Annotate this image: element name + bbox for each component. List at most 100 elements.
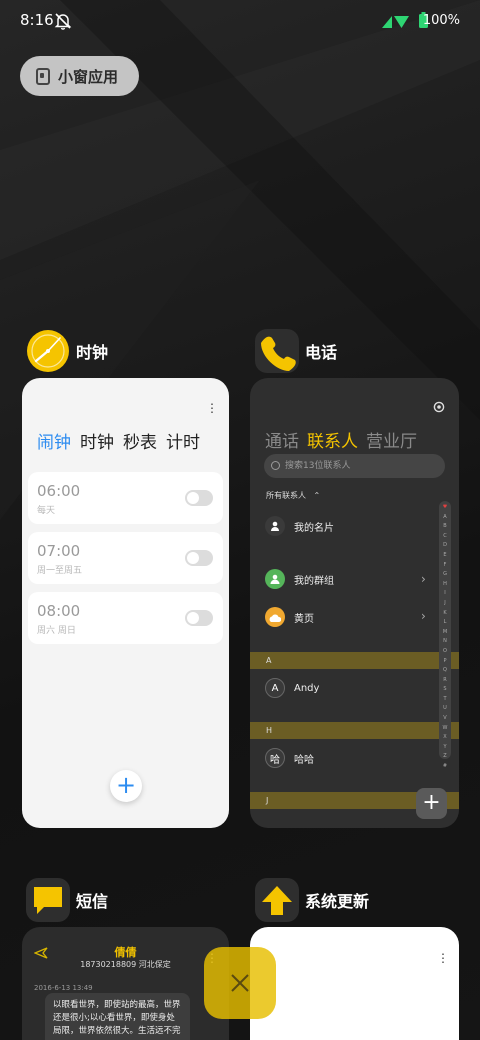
contact-filter-label: 所有联系人 xyxy=(266,491,306,500)
alphabet-letter[interactable]: J xyxy=(444,599,445,609)
settings-icon[interactable] xyxy=(433,401,445,413)
contact-name: Andy xyxy=(294,682,320,694)
phone-app-icon xyxy=(255,329,299,373)
alphabet-letter[interactable]: Z xyxy=(443,752,446,762)
section-header-h: H xyxy=(250,722,459,739)
alphabet-letter[interactable]: S xyxy=(443,685,446,695)
alphabet-letter[interactable]: H xyxy=(443,580,447,590)
contact-filter[interactable]: 所有联系人 ⌃ xyxy=(266,490,320,501)
alphabet-letter[interactable]: N xyxy=(443,637,447,647)
search-icon xyxy=(271,461,280,470)
tab-contacts[interactable]: 联系人 xyxy=(307,427,358,452)
alphabet-letter[interactable]: ♥ xyxy=(443,503,447,513)
phone-app-name: 电话 xyxy=(305,343,338,362)
sms-contact-info: 18730218809 河北保定 xyxy=(80,960,171,969)
alphabet-letter[interactable]: V xyxy=(443,714,446,724)
sms-app-icon xyxy=(26,878,70,922)
alphabet-letter[interactable]: C xyxy=(443,532,447,542)
alphabet-letter[interactable]: Y xyxy=(443,743,446,753)
close-all-button[interactable] xyxy=(204,947,276,1019)
alarm-toggle[interactable] xyxy=(185,490,213,506)
update-app-card[interactable] xyxy=(250,927,459,1040)
avatar: 哈 xyxy=(265,748,285,768)
clock-more-icon[interactable]: ⋮ xyxy=(206,402,218,414)
contact-search-input[interactable]: 搜索13位联系人 xyxy=(264,454,445,478)
alarm-repeat: 每天 xyxy=(37,506,56,516)
sms-message-bubble: 以眼看世界，即使站的最高，世界还是很小;以心看世界，即使身处局限，世界依然很大。… xyxy=(45,993,190,1040)
contact-row[interactable]: 哈 哈哈 xyxy=(265,748,314,768)
alphabet-letter[interactable]: # xyxy=(443,762,447,772)
contact-row[interactable]: A Andy xyxy=(265,678,319,698)
my-groups-row[interactable]: 我的群组 xyxy=(265,569,334,589)
chevron-right-icon: › xyxy=(421,609,426,623)
sms-contact-name: 倩倩 xyxy=(114,946,137,959)
alarm-toggle[interactable] xyxy=(185,610,213,626)
my-groups-label: 我的群组 xyxy=(294,575,334,587)
alarm-toggle[interactable] xyxy=(185,550,213,566)
alphabet-letter[interactable]: R xyxy=(443,676,446,686)
alarm-item[interactable]: 06:00 每天 xyxy=(28,472,223,524)
my-card-row[interactable]: 我的名片 xyxy=(265,516,334,536)
alphabet-letter[interactable]: B xyxy=(443,522,446,532)
alarm-item[interactable]: 07:00 周一至周五 xyxy=(28,532,223,584)
tab-clock[interactable]: 时钟 xyxy=(80,428,114,453)
alphabet-letter[interactable]: U xyxy=(443,704,447,714)
alphabet-letter[interactable]: A xyxy=(443,513,446,523)
alphabet-letter[interactable]: T xyxy=(443,695,446,705)
alarm-item[interactable]: 08:00 周六 周日 xyxy=(28,592,223,644)
alarm-repeat: 周六 周日 xyxy=(37,626,76,636)
alarm-time: 08:00 xyxy=(37,602,81,620)
tab-hall[interactable]: 营业厅 xyxy=(366,427,417,452)
status-time: 8:16 xyxy=(20,11,54,29)
clock-tabs: 闹钟 时钟 秒表 计时 xyxy=(37,428,200,453)
chevron-right-icon: › xyxy=(421,572,426,586)
alarm-time: 06:00 xyxy=(37,482,81,500)
my-card-label: 我的名片 xyxy=(294,522,334,534)
alphabet-letter[interactable]: Q xyxy=(443,666,447,676)
tab-alarm[interactable]: 闹钟 xyxy=(37,428,71,453)
sms-app-header[interactable]: 短信 xyxy=(26,878,108,922)
alphabet-letter[interactable]: I xyxy=(444,589,445,599)
sms-date: 2016-6-13 13:49 xyxy=(34,984,93,992)
small-window-apps-button[interactable]: 小窗应用 xyxy=(20,56,139,96)
clock-app-header[interactable]: 时钟 xyxy=(26,329,108,373)
battery-percent: 100% xyxy=(422,13,460,28)
alphabet-letter[interactable]: E xyxy=(443,551,446,561)
update-more-icon[interactable]: ⋮ xyxy=(437,952,449,964)
alphabet-letter[interactable]: F xyxy=(444,561,447,571)
update-app-header[interactable]: 系统更新 xyxy=(255,878,369,922)
avatar: A xyxy=(265,678,285,698)
tab-stopwatch[interactable]: 秒表 xyxy=(123,428,157,453)
small-window-label: 小窗应用 xyxy=(58,67,119,86)
yellow-pages-icon xyxy=(265,607,285,627)
alphabet-letter[interactable]: D xyxy=(443,541,447,551)
alarm-repeat: 周一至周五 xyxy=(37,566,83,576)
alphabet-letter[interactable]: X xyxy=(443,733,446,743)
signal-icon xyxy=(382,16,409,28)
chevron-updown-icon: ⌃ xyxy=(313,491,321,500)
clock-app-icon xyxy=(26,329,70,373)
tab-calls[interactable]: 通话 xyxy=(265,427,299,452)
bell-off-icon xyxy=(54,13,72,30)
alphabet-letter[interactable]: L xyxy=(444,618,447,628)
add-alarm-button[interactable]: + xyxy=(110,770,142,802)
alphabet-index[interactable]: ♥ A B C D E F G H I J K L M N O P Q R S T U V W X Y Z # xyxy=(439,501,451,769)
alphabet-letter[interactable]: O xyxy=(443,647,447,657)
alarm-time: 07:00 xyxy=(37,542,81,560)
alphabet-letter[interactable]: W xyxy=(443,724,448,734)
system-update-app-icon xyxy=(255,878,299,922)
alphabet-letter[interactable]: K xyxy=(443,609,446,619)
tab-timer[interactable]: 计时 xyxy=(166,428,200,453)
person-icon xyxy=(265,516,285,536)
yellow-pages-label: 黄页 xyxy=(294,613,314,625)
yellow-pages-row[interactable]: 黄页 xyxy=(265,607,314,627)
contact-name: 哈哈 xyxy=(294,754,314,766)
alphabet-letter[interactable]: P xyxy=(443,657,446,667)
clock-app-name: 时钟 xyxy=(76,343,109,362)
phone-app-header[interactable]: 电话 xyxy=(255,329,337,373)
alphabet-letter[interactable]: G xyxy=(443,570,447,580)
add-contact-button[interactable]: + xyxy=(416,788,447,819)
sms-app-name: 短信 xyxy=(76,892,109,911)
alphabet-letter[interactable]: M xyxy=(443,628,447,638)
section-header-a: A xyxy=(250,652,459,669)
